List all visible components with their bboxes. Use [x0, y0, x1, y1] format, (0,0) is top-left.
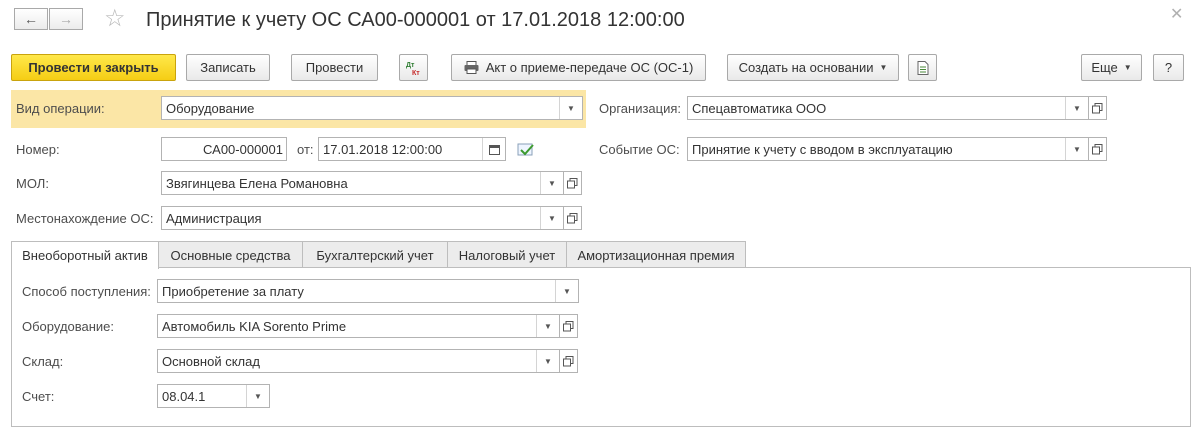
chevron-down-icon: ▼	[879, 63, 888, 72]
operation-label: Вид операции:	[16, 101, 105, 116]
report-button[interactable]	[908, 54, 937, 81]
chevron-down-icon[interactable]: ▼	[555, 280, 578, 302]
dt-kt-icon: Дт Кт	[406, 62, 420, 76]
open-window-icon	[567, 212, 578, 223]
check-icon[interactable]	[517, 141, 535, 160]
tab-tax-accounting[interactable]: Налоговый учет	[447, 241, 567, 268]
calendar-button[interactable]	[482, 138, 505, 160]
event-select[interactable]: Принятие к учету с вводом в эксплуатацию…	[687, 137, 1089, 161]
warehouse-value: Основной склад	[162, 353, 260, 369]
operation-value: Оборудование	[166, 100, 255, 116]
open-equipment-button[interactable]	[560, 314, 578, 338]
mol-value: Звягинцева Елена Романовна	[166, 175, 348, 191]
page-title: Принятие к учету ОС СА00-000001 от 17.01…	[146, 9, 685, 31]
forward-button[interactable]: →	[49, 8, 83, 30]
location-label: Местонахождение ОС:	[16, 211, 154, 226]
open-mol-button[interactable]	[564, 171, 582, 195]
back-button[interactable]: ←	[14, 8, 48, 30]
warehouse-select[interactable]: Основной склад ▼	[157, 349, 560, 373]
chevron-down-icon[interactable]: ▼	[246, 385, 269, 407]
open-location-button[interactable]	[564, 206, 582, 230]
receipt-value: Приобретение за плату	[162, 283, 304, 299]
from-label: от:	[297, 142, 314, 157]
calendar-icon	[488, 144, 500, 155]
chevron-down-icon[interactable]: ▼	[1065, 97, 1088, 119]
post-button[interactable]: Провести	[291, 54, 378, 81]
help-button[interactable]: ?	[1153, 54, 1184, 81]
save-button[interactable]: Записать	[186, 54, 270, 81]
open-window-icon	[563, 355, 574, 366]
star-icon[interactable]: ☆	[104, 6, 126, 32]
more-button[interactable]: Еще ▼	[1081, 54, 1142, 81]
number-field[interactable]: СА00-000001	[161, 137, 287, 161]
create-based-label: Создать на основании	[738, 60, 874, 75]
svg-text:Кт: Кт	[412, 70, 420, 76]
more-label: Еще	[1091, 60, 1118, 75]
receipt-select[interactable]: Приобретение за плату ▼	[157, 279, 579, 303]
print-act-label: Акт о приеме-передаче ОС (ОС-1)	[485, 60, 694, 75]
create-based-button[interactable]: Создать на основании ▼	[727, 54, 899, 81]
open-event-button[interactable]	[1089, 137, 1107, 161]
event-value: Принятие к учету с вводом в эксплуатацию	[692, 141, 953, 157]
tab-depreciation-bonus[interactable]: Амортизационная премия	[566, 241, 746, 268]
date-value: 17.01.2018 12:00:00	[323, 141, 443, 157]
account-value: 08.04.1	[162, 388, 206, 404]
equipment-label: Оборудование:	[22, 319, 115, 334]
operation-select[interactable]: Оборудование ▼	[161, 96, 583, 120]
mol-label: МОЛ:	[16, 176, 49, 191]
open-window-icon	[1092, 102, 1103, 113]
location-select[interactable]: Администрация ▼	[161, 206, 564, 230]
date-field[interactable]: 17.01.2018 12:00:00	[318, 137, 506, 161]
chevron-down-icon[interactable]: ▼	[536, 350, 559, 372]
organization-label: Организация:	[599, 101, 682, 116]
tab-noncurrent-asset[interactable]: Внеоборотный актив	[11, 241, 159, 269]
organization-select[interactable]: Спецавтоматика ООО ▼	[687, 96, 1089, 120]
chevron-down-icon[interactable]: ▼	[540, 207, 563, 229]
warehouse-label: Склад:	[22, 354, 64, 369]
printer-icon	[464, 61, 479, 74]
tab-fixed-assets[interactable]: Основные средства	[158, 241, 303, 268]
tab-accounting[interactable]: Бухгалтерский учет	[302, 241, 448, 268]
arrow-right-icon: →	[59, 11, 73, 27]
account-label: Счет:	[22, 389, 55, 404]
open-organization-button[interactable]	[1089, 96, 1107, 120]
number-label: Номер:	[16, 142, 60, 157]
equipment-value: Автомобиль KIA Sorento Prime	[162, 318, 347, 334]
mol-select[interactable]: Звягинцева Елена Романовна ▼	[161, 171, 564, 195]
number-value: СА00-000001	[203, 141, 283, 157]
close-icon[interactable]: ✕	[1170, 4, 1183, 24]
dt-kt-button[interactable]: Дт Кт	[399, 54, 428, 81]
print-act-button[interactable]: Акт о приеме-передаче ОС (ОС-1)	[451, 54, 706, 81]
receipt-label: Способ поступления:	[22, 284, 151, 299]
chevron-down-icon: ▼	[1123, 63, 1132, 72]
svg-text:Дт: Дт	[406, 62, 415, 69]
account-select[interactable]: 08.04.1 ▼	[157, 384, 270, 408]
open-window-icon	[563, 320, 574, 331]
event-label: Событие ОС:	[599, 142, 680, 157]
location-value: Администрация	[166, 210, 262, 226]
open-window-icon	[1092, 143, 1103, 154]
open-warehouse-button[interactable]	[560, 349, 578, 373]
equipment-select[interactable]: Автомобиль KIA Sorento Prime ▼	[157, 314, 560, 338]
chevron-down-icon[interactable]: ▼	[536, 315, 559, 337]
organization-value: Спецавтоматика ООО	[692, 100, 827, 116]
open-window-icon	[567, 177, 578, 188]
chevron-down-icon[interactable]: ▼	[1065, 138, 1088, 160]
chevron-down-icon[interactable]: ▼	[540, 172, 563, 194]
document-icon	[917, 60, 928, 75]
post-and-close-button[interactable]: Провести и закрыть	[11, 54, 176, 81]
arrow-left-icon: ←	[24, 11, 38, 27]
chevron-down-icon[interactable]: ▼	[559, 97, 582, 119]
